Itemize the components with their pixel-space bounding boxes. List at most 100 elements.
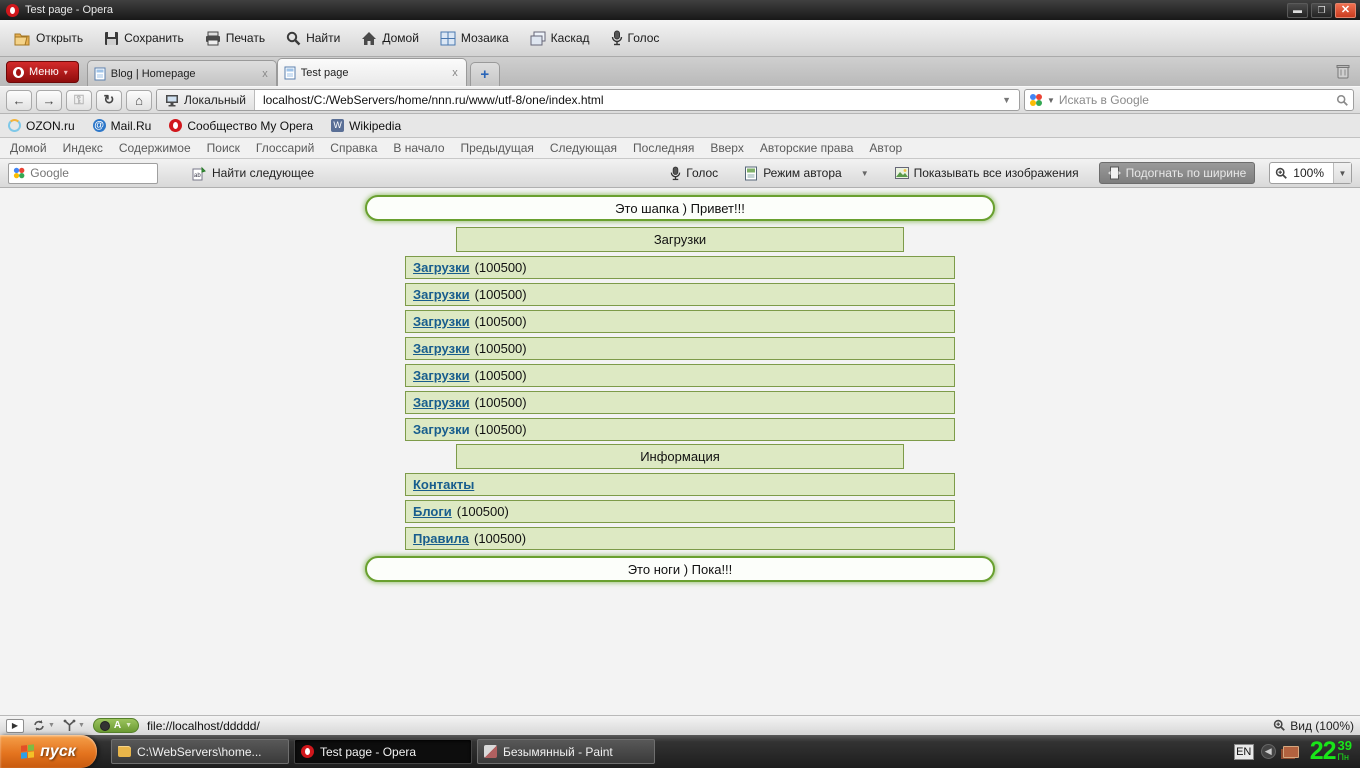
unite-button[interactable]: ▼ [63,719,85,732]
voice-toolbar-button[interactable]: Голос [664,163,724,184]
list-item: Загрузки(100500) [405,310,955,333]
task-opera[interactable]: Test page - Opera [294,739,472,764]
bookmark-label: Mail.Ru [111,119,152,133]
close-button[interactable]: ✕ [1335,3,1356,18]
bookmark-myopera[interactable]: Сообщество My Opera [169,119,313,133]
tab-test-page[interactable]: Test page x [277,58,467,86]
local-site-badge[interactable]: Локальный [157,90,255,110]
nav-contents[interactable]: Содержимое [119,141,191,155]
find-next-label: Найти следующее [212,166,314,180]
restore-button[interactable]: ❐ [1311,3,1332,18]
nav-first[interactable]: В начало [393,141,444,155]
zoom-dropdown-button[interactable]: ▼ [1333,163,1351,183]
blogs-link[interactable]: Блоги [413,504,452,519]
zoom-control[interactable]: 100% ▼ [1269,162,1352,184]
task-paint[interactable]: Безымянный - Paint [477,739,655,764]
tab-close-icon[interactable]: x [260,68,270,80]
nav-help[interactable]: Справка [330,141,377,155]
nav-home[interactable]: Домой [10,141,47,155]
bookmark-ozon[interactable]: OZON.ru [8,119,75,133]
back-button[interactable]: ← [6,90,32,111]
downloads-link[interactable]: Загрузки [413,368,470,383]
bookmark-mailru[interactable]: @ Mail.Ru [93,119,152,133]
panels-toggle-button[interactable]: ▶ [6,719,24,733]
nav-copyright[interactable]: Авторские права [760,141,854,155]
opera-logo-icon [6,4,19,17]
opera-turbo-badge[interactable]: A ▼ [93,718,139,733]
save-button[interactable]: Сохранить [98,27,193,50]
system-tray: EN ◀ 22 39 Пн [1226,739,1360,764]
downloads-link[interactable]: Загрузки [413,395,470,410]
cascade-button[interactable]: Каскад [524,27,599,50]
tile-button[interactable]: Мозаика [434,27,518,50]
wikipedia-icon: W [331,119,344,132]
nav-search[interactable]: Поиск [207,141,240,155]
cascade-windows-icon [530,31,546,46]
downloads-link[interactable]: Загрузки [413,341,470,356]
downloads-link[interactable]: Загрузки [413,422,470,437]
sync-icon [32,719,46,732]
downloads-link[interactable]: Загрузки [413,287,470,302]
nav-previous[interactable]: Предыдущая [461,141,534,155]
nav-glossary[interactable]: Глоссарий [256,141,314,155]
list-item: Загрузки(100500) [405,256,955,279]
windows-taskbar: пуск C:\WebServers\home... Test page - O… [0,735,1360,768]
url-text[interactable]: localhost/C:/WebServers/home/nnn.ru/www/… [255,93,994,107]
contacts-link[interactable]: Контакты [413,477,474,492]
google-icon [1029,93,1043,107]
url-field[interactable]: Локальный localhost/C:/WebServers/home/n… [156,89,1020,111]
find-next-button[interactable]: ab Найти следующее [186,163,320,184]
print-button[interactable]: Печать [199,27,274,50]
nav-up[interactable]: Вверх [710,141,743,155]
language-indicator[interactable]: EN [1234,744,1254,760]
opera-menu-button[interactable]: Меню ▾ [6,61,79,83]
tray-collapse-button[interactable]: ◀ [1261,744,1276,759]
web-search-field[interactable]: ▼ Искать в Google [1024,89,1354,111]
tray-clock[interactable]: 22 39 Пн [1310,739,1352,764]
show-images-button[interactable]: Показывать все изображения [889,163,1085,183]
search-engine-dropdown-icon[interactable]: ▼ [1047,96,1055,105]
nav-last[interactable]: Последняя [633,141,694,155]
new-tab-button[interactable]: + [470,62,500,86]
home-nav-button[interactable]: ⌂ [126,90,152,111]
nav-index[interactable]: Индекс [63,141,103,155]
search-placeholder[interactable]: Искать в Google [1059,93,1332,107]
task-explorer[interactable]: C:\WebServers\home... [111,739,289,764]
voice-button[interactable]: Голос [605,26,669,50]
tab-close-icon[interactable]: x [450,67,460,79]
tab-title: Test page [301,67,446,79]
sync-button[interactable]: ▼ [32,719,55,732]
closed-tabs-trash-button[interactable] [1336,63,1350,82]
network-monitors-icon[interactable] [1283,746,1299,758]
downloads-link[interactable]: Загрузки [413,314,470,329]
nav-author[interactable]: Автор [869,141,902,155]
svg-text:ab: ab [194,173,201,179]
find-button[interactable]: Найти [280,27,349,50]
downloads-link[interactable]: Загрузки [413,260,470,275]
forward-button[interactable]: → [36,90,62,111]
url-dropdown-icon[interactable]: ▼ [994,95,1019,105]
task-title: C:\WebServers\home... [137,745,262,759]
bookmark-label: Wikipedia [349,119,401,133]
clock-hours: 22 [1310,739,1336,764]
reload-button[interactable]: ↻ [96,90,122,111]
start-button[interactable]: пуск [0,735,97,768]
rewind-key-button[interactable]: ⚿ [66,90,92,111]
home-button[interactable]: Домой [355,27,428,50]
section-header-downloads: Загрузки [456,227,904,252]
save-floppy-icon [104,31,119,46]
fit-to-width-toggle[interactable]: Подогнать по ширине [1099,162,1256,184]
tab-blog-homepage[interactable]: Blog | Homepage x [87,60,277,86]
nav-next[interactable]: Следующая [550,141,617,155]
author-mode-dropdown[interactable]: Режим автора ▼ [738,163,874,184]
open-button[interactable]: Открыть [8,27,92,50]
bookmark-wikipedia[interactable]: W Wikipedia [331,119,401,133]
rules-link[interactable]: Правила [413,531,469,546]
search-magnifier-icon[interactable] [1336,94,1349,107]
count-label: (100500) [474,531,526,546]
turbo-gauge-icon [100,721,110,731]
minimize-button[interactable]: ▬ [1287,3,1308,18]
find-input[interactable] [30,166,153,180]
view-zoom-control[interactable]: Вид (100%) [1273,719,1354,733]
find-search-box[interactable] [8,163,158,184]
